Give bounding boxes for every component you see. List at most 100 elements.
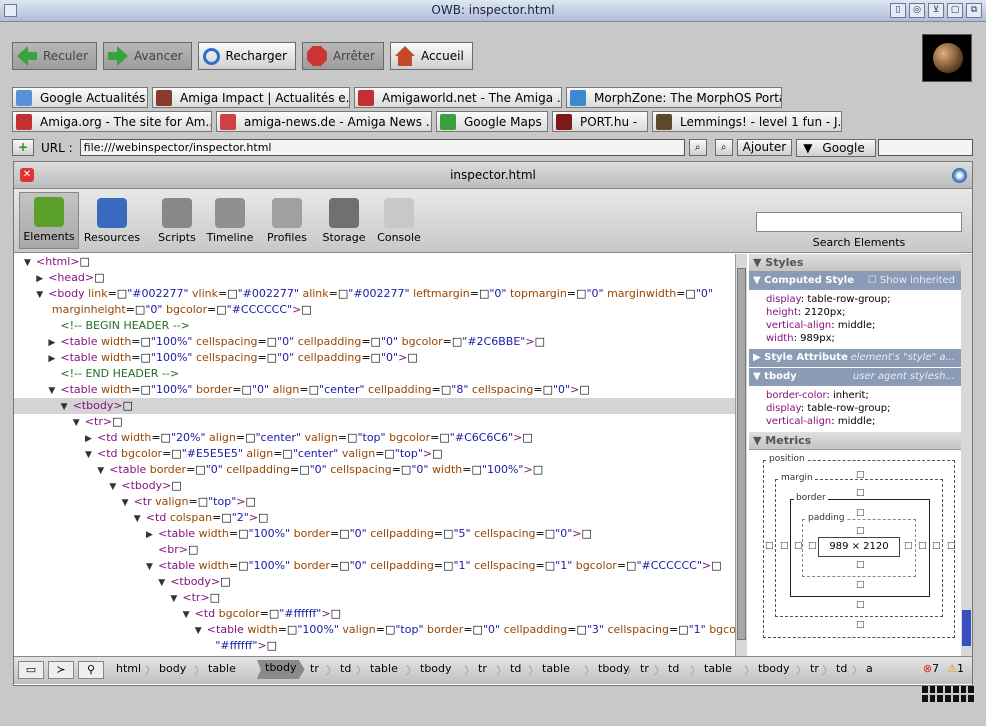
home-button[interactable]: Accueil [389,42,473,70]
bookmark-item[interactable]: amiga-news.de - Amiga News ... [216,111,432,132]
dom-scrollbar-thumb[interactable] [737,268,746,640]
breadcrumb-item[interactable]: table [208,662,236,675]
breadcrumb-item[interactable]: td [340,662,351,675]
dom-scrollbar[interactable] [735,254,747,656]
inspect-search-icon[interactable]: ⚲ [78,661,104,679]
disclosure-triangle-icon[interactable]: ▶ [48,351,60,367]
show-inherited-toggle[interactable]: Show inherited [880,275,955,286]
css-property[interactable]: vertical-align: middle; [766,319,961,332]
dom-node-line[interactable]: ▼ <tbody>□ [14,478,747,494]
breadcrumb-item[interactable]: tr [478,662,487,675]
css-property[interactable]: border-color: inherit; [766,389,961,402]
dom-node-line[interactable]: ▼ <tr>□ [14,590,747,606]
disclosure-triangle-icon[interactable]: ▼ [85,447,97,463]
breadcrumb-item[interactable]: html [116,662,141,675]
computed-style-header[interactable]: ▼ Computed Style ☐ Show inherited [749,272,961,290]
disclosure-triangle-icon[interactable] [48,319,60,335]
disclosure-triangle-icon[interactable]: ▼ [170,591,182,607]
disclosure-triangle-icon[interactable]: ▼ [61,399,73,415]
disclosure-triangle-icon[interactable]: ▼ [134,511,146,527]
disclosure-triangle-icon[interactable] [146,543,158,559]
styles-scrollbar-thumb[interactable] [962,610,971,646]
breadcrumb-item[interactable]: tbody [758,662,790,675]
dom-node-line[interactable]: ▼ <td bgcolor=□"#E5E5E5" align=□"center" … [14,446,747,462]
dom-node-line[interactable]: "#ffffff">□ [14,638,747,654]
breadcrumb-item[interactable]: td [836,662,847,675]
dom-node-line[interactable]: ▼ <tr>□ [14,414,747,430]
disclosure-triangle-icon[interactable]: ▼ [109,479,121,495]
disclosure-triangle-icon[interactable]: ▼ [122,495,134,511]
add-tab-button[interactable]: + [12,139,34,156]
dom-node-line[interactable]: <br>□ [14,542,747,558]
disclosure-triangle-icon[interactable] [203,639,215,654]
disclosure-triangle-icon[interactable]: ▶ [48,335,60,351]
window-settings-icon[interactable]: ◎ [909,3,925,18]
reload-button[interactable]: Recharger [197,42,296,70]
css-property[interactable]: height: 2120px; [766,306,961,319]
disclosure-triangle-icon[interactable]: ▼ [24,255,36,271]
breadcrumb-item[interactable]: body [159,662,186,675]
metrics-section-header[interactable]: ▼ Metrics [749,432,961,450]
dom-node-line[interactable]: ▼ <table border=□"0" cellpadding=□"0" cel… [14,462,747,478]
window-iconify-icon[interactable]: ▯ [890,3,906,18]
disclosure-triangle-icon[interactable]: ▼ [195,623,207,639]
bookmark-item[interactable]: MorphZone: The MorphOS Portal [566,87,782,108]
disclosure-triangle-icon[interactable]: ▶ [36,271,48,287]
dom-node-line[interactable]: ▼ <table width=□"100%" border=□"0" cellpa… [14,558,747,574]
dom-node-line[interactable]: <!-- BEGIN HEADER --> [14,318,747,334]
breadcrumb-item[interactable]: tbody [420,662,452,675]
window-snapshot-icon[interactable]: ⊻ [928,3,944,18]
css-property[interactable]: display: table-row-group; [766,293,961,306]
breadcrumb-item[interactable]: tr [310,662,319,675]
dom-node-line[interactable]: ▶ <table width=□"100%" border=□"0" cellpa… [14,526,747,542]
tab-resources[interactable]: Resources [82,194,142,244]
disclosure-triangle-icon[interactable]: ▼ [146,559,158,575]
breadcrumb-item[interactable]: td [668,662,679,675]
window-zoom-icon[interactable]: ▢ [947,3,963,18]
dom-node-line[interactable]: ▼ <td bgcolor=□"#ffffff">□ [14,606,747,622]
dom-node-line[interactable]: ▼ <tr valign=□"top">□ [14,494,747,510]
forward-button[interactable]: Avancer [103,42,192,70]
disclosure-triangle-icon[interactable]: ▼ [183,607,195,623]
back-button[interactable]: Reculer [12,42,98,70]
breadcrumb-item[interactable]: table [542,662,570,675]
bookmark-item[interactable]: Google Actualités [12,87,148,108]
bookmark-item[interactable]: PORT.hu - [552,111,648,132]
styles-scrollbar[interactable] [961,254,972,656]
url-search-icon[interactable]: ⌕ [688,139,707,156]
dom-node-line[interactable]: ▼ <body link=□"#002277" vlink=□"#002277" … [14,286,747,302]
breadcrumb-item[interactable]: tr [640,662,649,675]
tab-console[interactable]: Console [369,194,429,244]
breadcrumb-item[interactable]: table [370,662,398,675]
css-property[interactable]: width: 989px; [766,332,961,345]
disclosure-triangle-icon[interactable] [40,303,52,319]
styles-section-header[interactable]: ▼ Styles [749,254,961,272]
dom-node-line[interactable]: ▶ <table width=□"100%" cellspacing=□"0" c… [14,350,747,366]
dom-node-line[interactable]: ▼ <tbody>□ [14,398,747,414]
bookmark-item[interactable]: Google Maps [436,111,548,132]
stop-button[interactable]: Arrêter [301,42,384,70]
disclosure-triangle-icon[interactable]: ▼ [36,287,48,303]
search-engine-input[interactable] [878,139,974,156]
tab-profiles[interactable]: Profiles [257,194,317,244]
add-bookmark-button[interactable]: Ajouter [736,139,793,156]
breadcrumb-item[interactable]: tbody [257,660,305,679]
breadcrumb-item[interactable]: tr [810,662,819,675]
dom-node-line[interactable]: ▶ <td width=□"20%" align=□"center" valign… [14,430,747,446]
css-property[interactable]: display: table-row-group; [766,402,961,415]
tab-elements[interactable]: Elements [19,192,79,249]
css-property[interactable]: vertical-align: middle; [766,415,961,428]
window-depth-icon[interactable]: ⧉ [966,3,982,18]
bookmark-item[interactable]: Lemmings! - level 1 fun - J... [652,111,842,132]
dom-node-line[interactable]: ▼ <tbody>□ [14,574,747,590]
disclosure-triangle-icon[interactable]: ▼ [97,463,109,479]
dom-node-line[interactable]: ▶ <head>□ [14,270,747,286]
console-toggle-icon[interactable]: ≻ [48,661,74,679]
disclosure-triangle-icon[interactable]: ▶ [146,527,158,543]
error-counts[interactable]: ⊗7 ⚠1 [923,662,964,675]
dom-node-line[interactable]: ▼ <html>□ [14,254,747,270]
breadcrumb-item[interactable]: table [704,662,732,675]
dock-icon[interactable]: ▭ [18,661,44,679]
dom-node-line[interactable]: ▼ <table width=□"100%" valign=□"top" bord… [14,622,747,638]
disclosure-triangle-icon[interactable] [48,367,60,383]
